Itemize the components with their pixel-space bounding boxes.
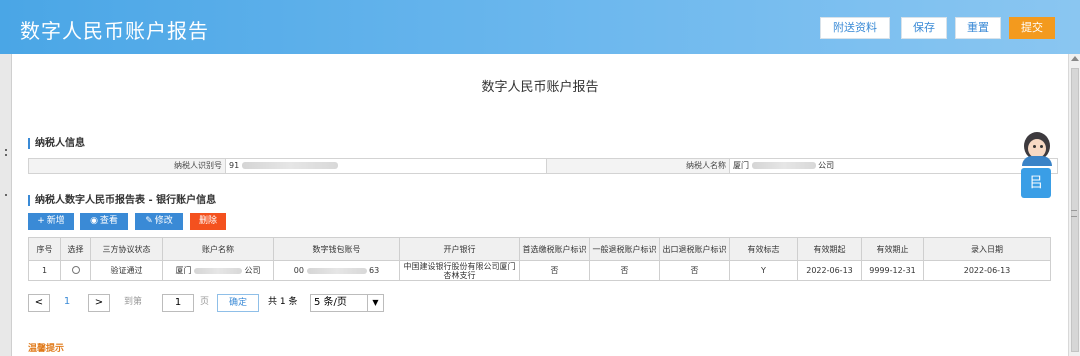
valid-flag-cell: Y xyxy=(729,260,798,281)
row-select-radio[interactable] xyxy=(71,265,80,274)
submit-button[interactable]: 提交 xyxy=(1009,17,1055,39)
grip-dot xyxy=(5,149,7,151)
bank-cell: 中国建设银行股份有限公司厦门杏林支行 xyxy=(399,260,520,281)
column-header: 账户名称 xyxy=(162,237,274,261)
taxpayer-name-label: 纳税人名称 xyxy=(547,159,730,173)
taxpayer-id-prefix: 91 xyxy=(229,161,240,170)
left-collapse-bar[interactable] xyxy=(0,54,12,356)
grip-dot xyxy=(5,154,7,156)
page-title: 数字人民币账户报告 xyxy=(481,80,599,95)
redacted-block xyxy=(751,162,816,169)
eye-icon: ◉ xyxy=(90,216,98,226)
edit-label: 修改 xyxy=(154,216,173,226)
column-header: 有效期止 xyxy=(861,237,924,261)
column-header: 一般退税账户标识 xyxy=(589,237,660,261)
next-page-button[interactable]: > xyxy=(88,294,110,312)
column-header: 选择 xyxy=(60,237,91,261)
reset-button[interactable]: 重置 xyxy=(955,17,1001,39)
taxpayer-section-title: 纳税人信息 xyxy=(28,138,85,149)
edit-button[interactable]: ✎ 修改 xyxy=(135,213,183,230)
goto-label: 到第 xyxy=(124,297,143,307)
save-button[interactable]: 保存 xyxy=(901,17,947,39)
bank-account-table: 序号 选择 三方协议状态 账户名称 数字钱包账号 开户银行 首选缴税账户标识 一… xyxy=(28,237,1051,281)
taxpayer-name-value: 厦门 公司 xyxy=(730,159,1057,173)
page-size-select[interactable]: 5 条/页 ▼ xyxy=(310,294,384,312)
entry-date-cell: 2022-06-13 xyxy=(923,260,1051,281)
column-header: 录入日期 xyxy=(923,237,1051,261)
column-header: 首选缴税账户标识 xyxy=(519,237,590,261)
redacted-block xyxy=(194,267,242,274)
column-header: 数字钱包账号 xyxy=(273,237,400,261)
pencil-icon: ✎ xyxy=(145,216,153,226)
app-title: 数字人民币账户报告 xyxy=(20,19,209,43)
online-service-widget[interactable]: 㠯 xyxy=(1018,132,1054,198)
wallet-prefix: 00 xyxy=(293,266,304,275)
valid-to-cell: 9999-12-31 xyxy=(861,260,924,281)
view-label: 查看 xyxy=(99,216,118,226)
column-header: 序号 xyxy=(28,237,61,261)
top-header: 数字人民币账户报告 附送资料 保存 重置 提交 xyxy=(0,0,1080,54)
vertical-scrollbar[interactable] xyxy=(1068,54,1080,356)
taxpayer-info-row: 纳税人识别号 91 纳税人名称 厦门 公司 xyxy=(28,158,1058,174)
row-select-cell xyxy=(60,260,91,281)
export-refund-cell: 否 xyxy=(659,260,730,281)
taxpayer-name-suffix: 公司 xyxy=(818,161,835,170)
wallet-suffix: 63 xyxy=(369,266,380,275)
eye-dot xyxy=(1033,145,1036,148)
add-label: 新增 xyxy=(46,216,65,226)
table-header-row: 序号 选择 三方协议状态 账户名称 数字钱包账号 开户银行 首选缴税账户标识 一… xyxy=(28,237,1051,261)
current-page-number[interactable]: 1 xyxy=(60,294,74,312)
taxpayer-id-label: 纳税人识别号 xyxy=(29,159,226,173)
taxpayer-id-value: 91 xyxy=(226,159,547,173)
report-section-title: 纳税人数字人民币报告表 - 银行账户信息 xyxy=(28,195,216,206)
redacted-block xyxy=(306,267,367,274)
column-header: 开户银行 xyxy=(399,237,520,261)
scrollbar-grip-icon xyxy=(1071,210,1077,217)
total-count: 共 1 条 xyxy=(268,297,298,307)
view-button[interactable]: ◉ 查看 xyxy=(80,213,128,230)
scroll-up-arrow-icon[interactable] xyxy=(1071,56,1079,61)
column-header: 有效期起 xyxy=(797,237,862,261)
service-avatar-body xyxy=(1022,156,1052,166)
warm-tip-title: 温馨提示 xyxy=(28,344,65,354)
table-row[interactable]: 1 验证通过 厦门 公司 00 63 中国建设银行股份有限公司厦门杏林支行 否 … xyxy=(28,260,1051,281)
grip-dot xyxy=(5,194,7,196)
plus-icon: + xyxy=(37,216,45,226)
wallet-account-cell: 00 63 xyxy=(273,260,400,281)
row-index: 1 xyxy=(28,260,61,281)
taxpayer-name-prefix: 厦门 xyxy=(733,161,749,170)
delete-button[interactable]: 删除 xyxy=(190,213,226,230)
chat-service-icon[interactable]: 㠯 xyxy=(1021,168,1051,198)
page-number-input[interactable]: 1 xyxy=(162,294,194,312)
column-header: 三方协议状态 xyxy=(90,237,163,261)
main-content: 数字人民币账户报告 纳税人信息 纳税人识别号 91 纳税人名称 厦门 公司 纳税… xyxy=(12,54,1068,356)
eye-dot xyxy=(1040,145,1043,148)
account-name-suffix: 公司 xyxy=(244,266,261,275)
preferred-tax-cell: 否 xyxy=(519,260,590,281)
account-name-prefix: 厦门 xyxy=(175,266,192,275)
agreement-status-cell: 验证通过 xyxy=(90,260,163,281)
valid-from-cell: 2022-06-13 xyxy=(797,260,862,281)
chevron-down-icon[interactable]: ▼ xyxy=(367,295,383,311)
column-header: 有效标志 xyxy=(729,237,798,261)
attach-materials-button[interactable]: 附送资料 xyxy=(820,17,890,39)
page-unit-label: 页 xyxy=(200,297,210,307)
add-button[interactable]: + 新增 xyxy=(28,213,74,230)
account-name-cell: 厦门 公司 xyxy=(162,260,274,281)
prev-page-button[interactable]: < xyxy=(28,294,50,312)
redacted-block xyxy=(241,162,338,169)
page-size-value: 5 条/页 xyxy=(314,297,347,308)
general-refund-cell: 否 xyxy=(589,260,660,281)
confirm-page-button[interactable]: 确定 xyxy=(217,294,259,312)
column-header: 出口退税账户标识 xyxy=(659,237,730,261)
